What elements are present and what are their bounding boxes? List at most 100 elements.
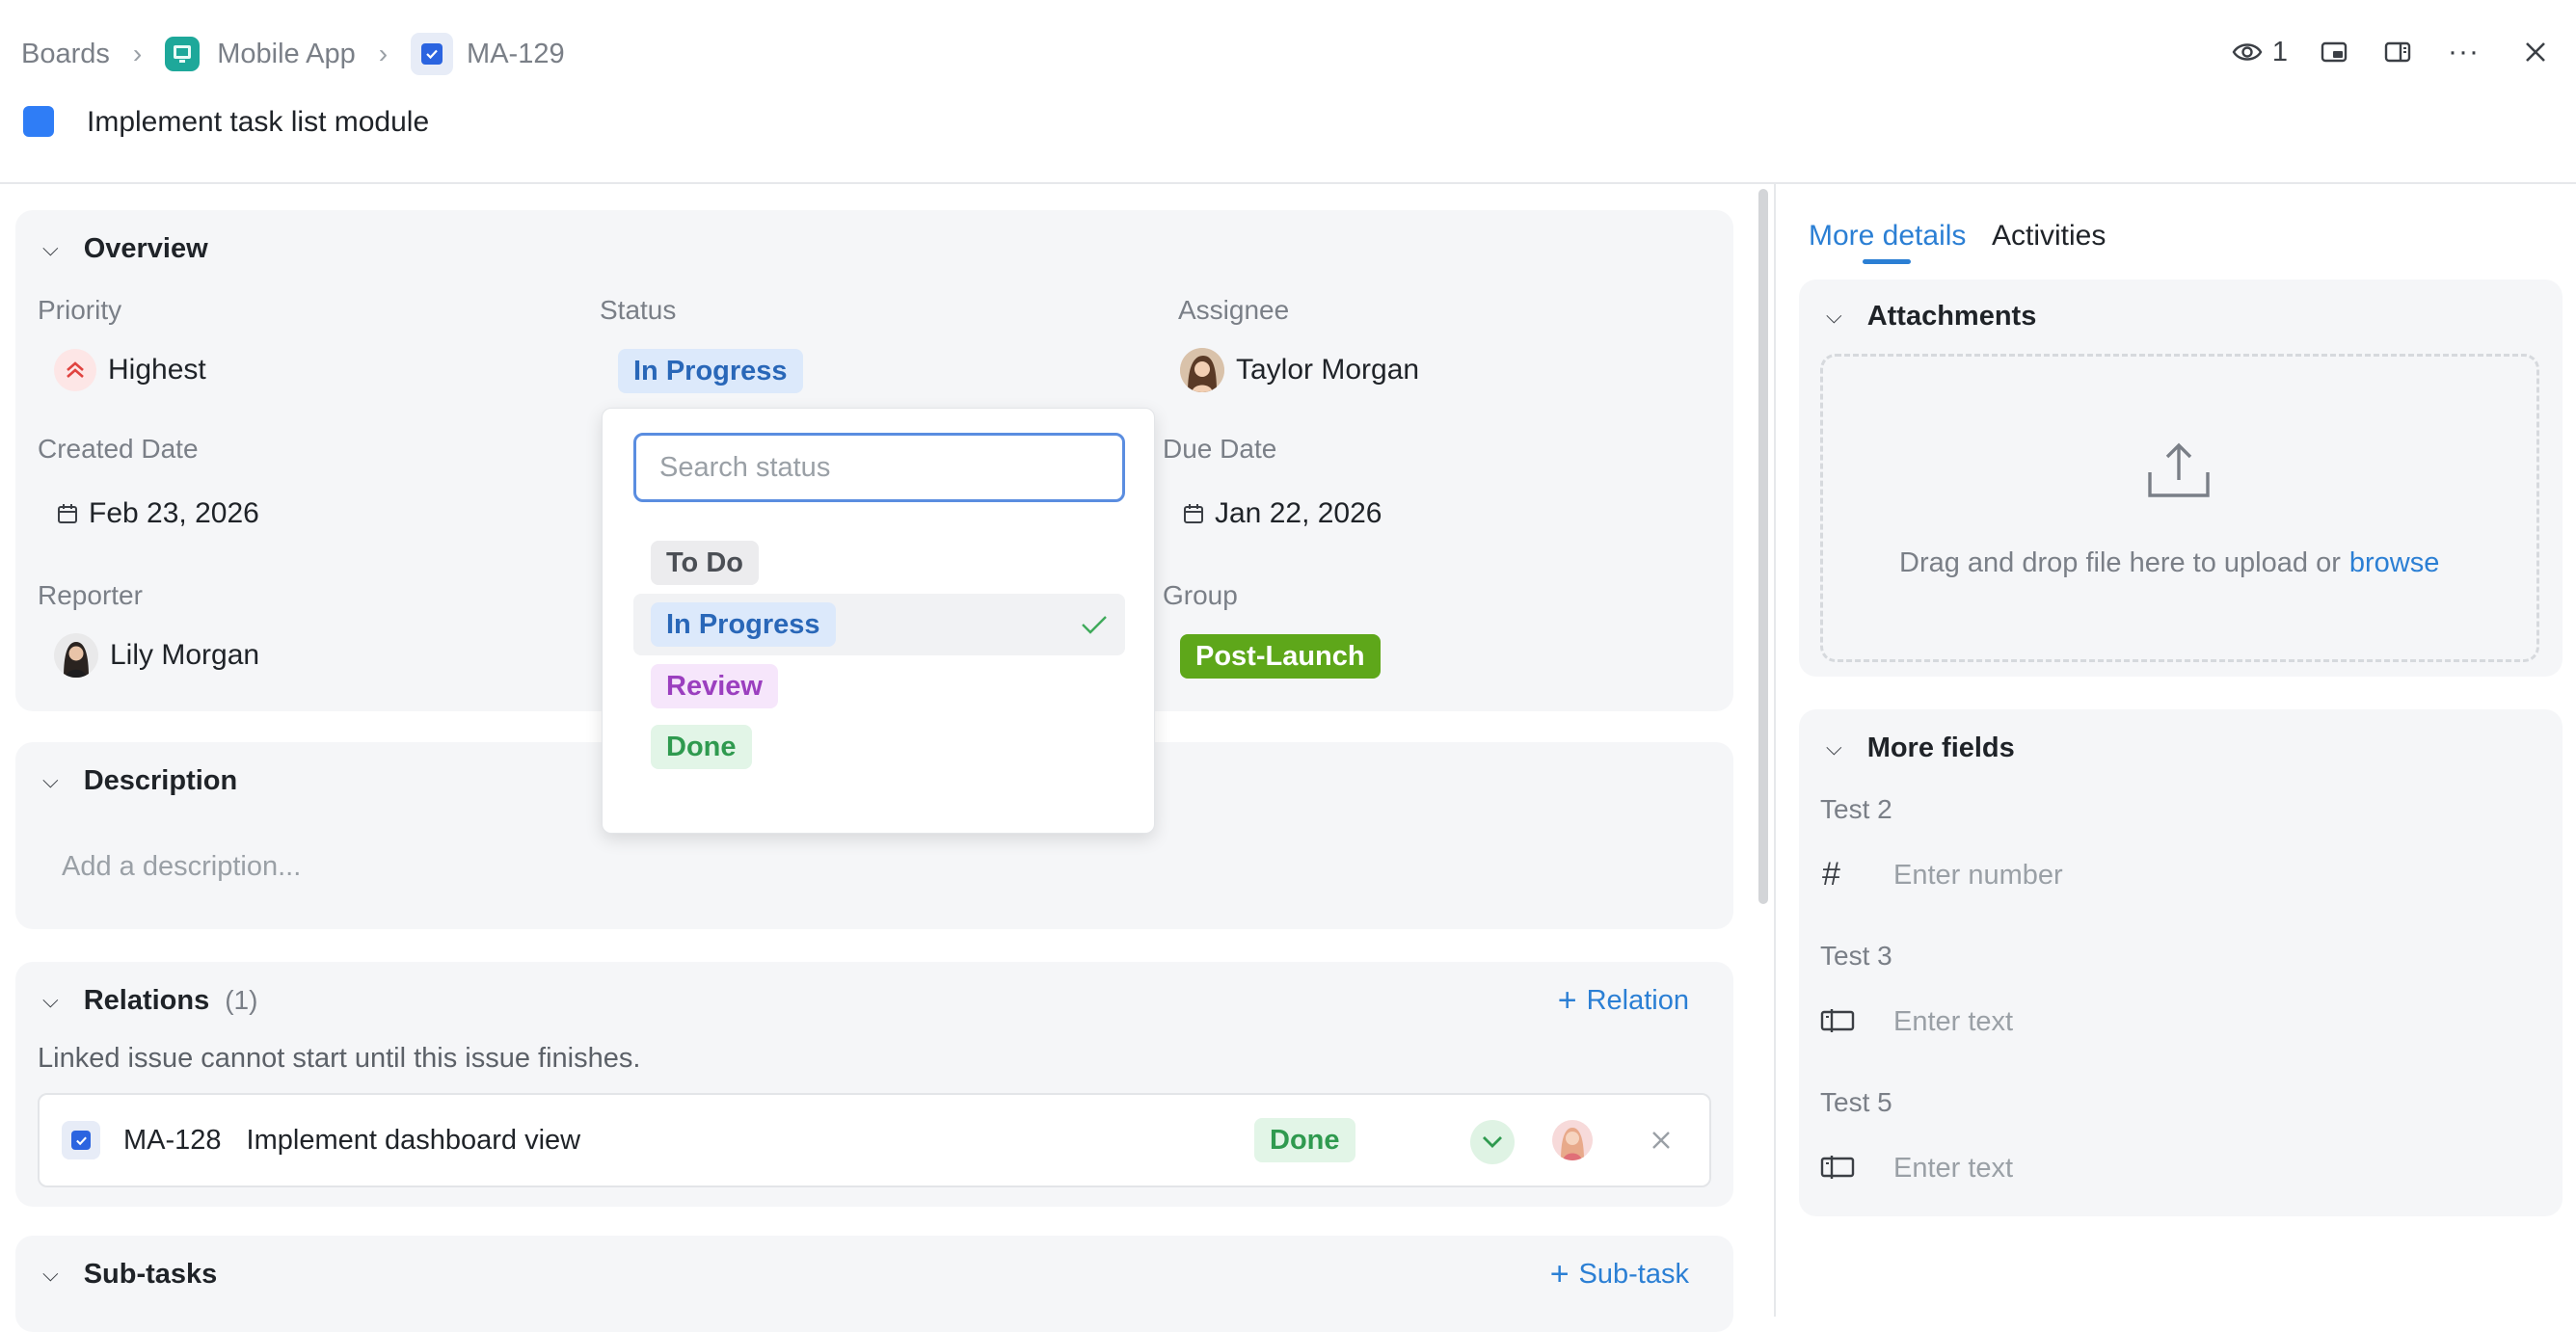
due-date-value: Jan 22, 2026 [1215, 497, 1382, 529]
priority-value: Highest [108, 354, 206, 386]
description-input[interactable]: Add a description... [62, 851, 301, 883]
field-label: Test 2 [1820, 794, 1892, 824]
side-panel-icon [2384, 41, 2411, 63]
plus-icon: + [1557, 981, 1577, 1019]
chevron-right-icon: › [132, 39, 143, 68]
header-actions: 1 ··· [2232, 27, 2576, 77]
breadcrumb-issue[interactable]: MA-129 [467, 39, 565, 70]
add-subtask-button[interactable]: + Sub-task [1549, 1255, 1689, 1292]
chevron-down-icon: ⌵ [1826, 304, 1842, 328]
attachments-title: Attachments [1866, 300, 2037, 332]
text-input[interactable]: Enter text [1893, 1006, 2013, 1038]
reporter-field[interactable]: Lily Morgan [54, 633, 259, 678]
column-divider [1774, 184, 1776, 1317]
group-label: Group [1163, 580, 1238, 610]
chevron-down-icon [1483, 1136, 1502, 1148]
due-date-field[interactable]: Jan 22, 2026 [1182, 493, 1382, 534]
status-option-todo[interactable]: To Do [651, 541, 759, 585]
relation-status-pill[interactable]: Done [1254, 1118, 1355, 1162]
scrollbar-thumb[interactable] [1758, 189, 1768, 904]
avatar [1180, 348, 1224, 392]
overview-header[interactable]: ⌵ Overview [42, 231, 208, 266]
breadcrumb-boards[interactable]: Boards [21, 39, 110, 70]
subtasks-header[interactable]: ⌵ Sub-tasks [42, 1257, 217, 1292]
chevron-down-icon: ⌵ [42, 236, 59, 260]
eye-icon [2232, 43, 2263, 61]
chevron-down-icon: ⌵ [42, 988, 59, 1012]
browse-link[interactable]: browse [2349, 547, 2440, 579]
side-panel-button[interactable] [2384, 40, 2411, 64]
relation-issue-key[interactable]: MA-128 [123, 1125, 222, 1157]
more-options-button[interactable]: ··· [2448, 36, 2480, 68]
relations-count: (1) [225, 985, 258, 1015]
avatar [54, 633, 98, 678]
picture-in-picture-button[interactable] [2321, 40, 2348, 64]
attachments-header[interactable]: ⌵ Attachments [1826, 299, 2036, 333]
task-type-icon [62, 1121, 100, 1159]
drop-zone-label: Drag and drop file here to upload or [1899, 547, 2341, 578]
add-relation-label: Relation [1586, 984, 1689, 1016]
plus-icon: + [1549, 1255, 1570, 1292]
created-date-field[interactable]: Feb 23, 2026 [56, 493, 259, 534]
status-label: Status [600, 295, 677, 325]
hash-icon: # [1822, 856, 1840, 892]
assignee-value: Taylor Morgan [1236, 354, 1420, 386]
add-subtask-label: Sub-task [1578, 1258, 1689, 1290]
add-relation-button[interactable]: + Relation [1557, 981, 1689, 1019]
subtasks-section [15, 1236, 1733, 1332]
overview-title: Overview [83, 232, 208, 264]
priority-highest-icon [54, 349, 96, 391]
created-date-value: Feb 23, 2026 [89, 497, 259, 529]
task-type-icon [411, 33, 454, 75]
status-option-done[interactable]: Done [651, 725, 752, 769]
text-field-icon [1820, 1156, 1855, 1179]
remove-relation-button[interactable] [1650, 1130, 1672, 1156]
assignee-label: Assignee [1178, 295, 1290, 325]
more-fields-title: More fields [1866, 732, 2015, 763]
ellipsis-icon: ··· [2448, 36, 2480, 67]
tab-more-details[interactable]: More details [1809, 220, 1966, 253]
relations-header[interactable]: ⌵ Relations (1) [42, 983, 257, 1018]
breadcrumb-project[interactable]: Mobile App [217, 39, 356, 70]
text-input[interactable]: Enter text [1893, 1153, 2013, 1185]
watchers-button[interactable]: 1 [2232, 37, 2288, 68]
reporter-label: Reporter [38, 580, 143, 610]
chevron-down-icon: ⌵ [1826, 735, 1842, 759]
file-drop-zone[interactable] [1820, 354, 2539, 662]
status-option-in-progress[interactable]: In Progress [651, 602, 836, 647]
calendar-icon [1184, 504, 1203, 523]
description-header[interactable]: ⌵ Description [42, 763, 237, 798]
priority-label: Priority [38, 295, 122, 325]
assignee-field[interactable]: Taylor Morgan [1180, 348, 1419, 392]
calendar-icon [58, 504, 77, 523]
relation-status-toggle[interactable] [1470, 1120, 1515, 1164]
header-divider [0, 182, 2576, 184]
priority-field[interactable]: Highest [54, 349, 206, 391]
relation-issue-title[interactable]: Implement dashboard view [247, 1125, 581, 1157]
status-search-input[interactable] [633, 433, 1125, 502]
tab-activities[interactable]: Activities [1992, 220, 2106, 253]
breadcrumb: Boards › Mobile App › MA-129 [21, 33, 565, 75]
checkmark-icon [1082, 616, 1107, 634]
close-icon [1652, 1132, 1670, 1149]
picture-in-picture-icon [2321, 41, 2348, 63]
created-date-label: Created Date [38, 434, 199, 464]
due-date-label: Due Date [1163, 434, 1277, 464]
avatar [1552, 1120, 1593, 1160]
status-pill[interactable]: In Progress [618, 349, 803, 393]
watchers-count: 1 [2271, 36, 2289, 67]
project-icon [165, 37, 201, 71]
more-fields-section [1799, 709, 2563, 1216]
issue-title[interactable]: Implement task list module [87, 106, 429, 139]
group-pill[interactable]: Post-Launch [1180, 634, 1381, 679]
relations-note: Linked issue cannot start until this iss… [38, 1043, 641, 1074]
relation-row-content: MA-128 Implement dashboard view [62, 1118, 580, 1162]
close-button[interactable] [2524, 40, 2547, 64]
status-option-review[interactable]: Review [651, 664, 778, 708]
reporter-value: Lily Morgan [110, 639, 260, 671]
more-fields-header[interactable]: ⌵ More fields [1826, 731, 2015, 765]
number-input[interactable]: Enter number [1893, 860, 2063, 892]
relations-title: Relations [83, 984, 210, 1016]
status-dropdown: To Do In Progress Review Done [602, 408, 1155, 834]
chevron-down-icon: ⌵ [42, 1262, 59, 1286]
